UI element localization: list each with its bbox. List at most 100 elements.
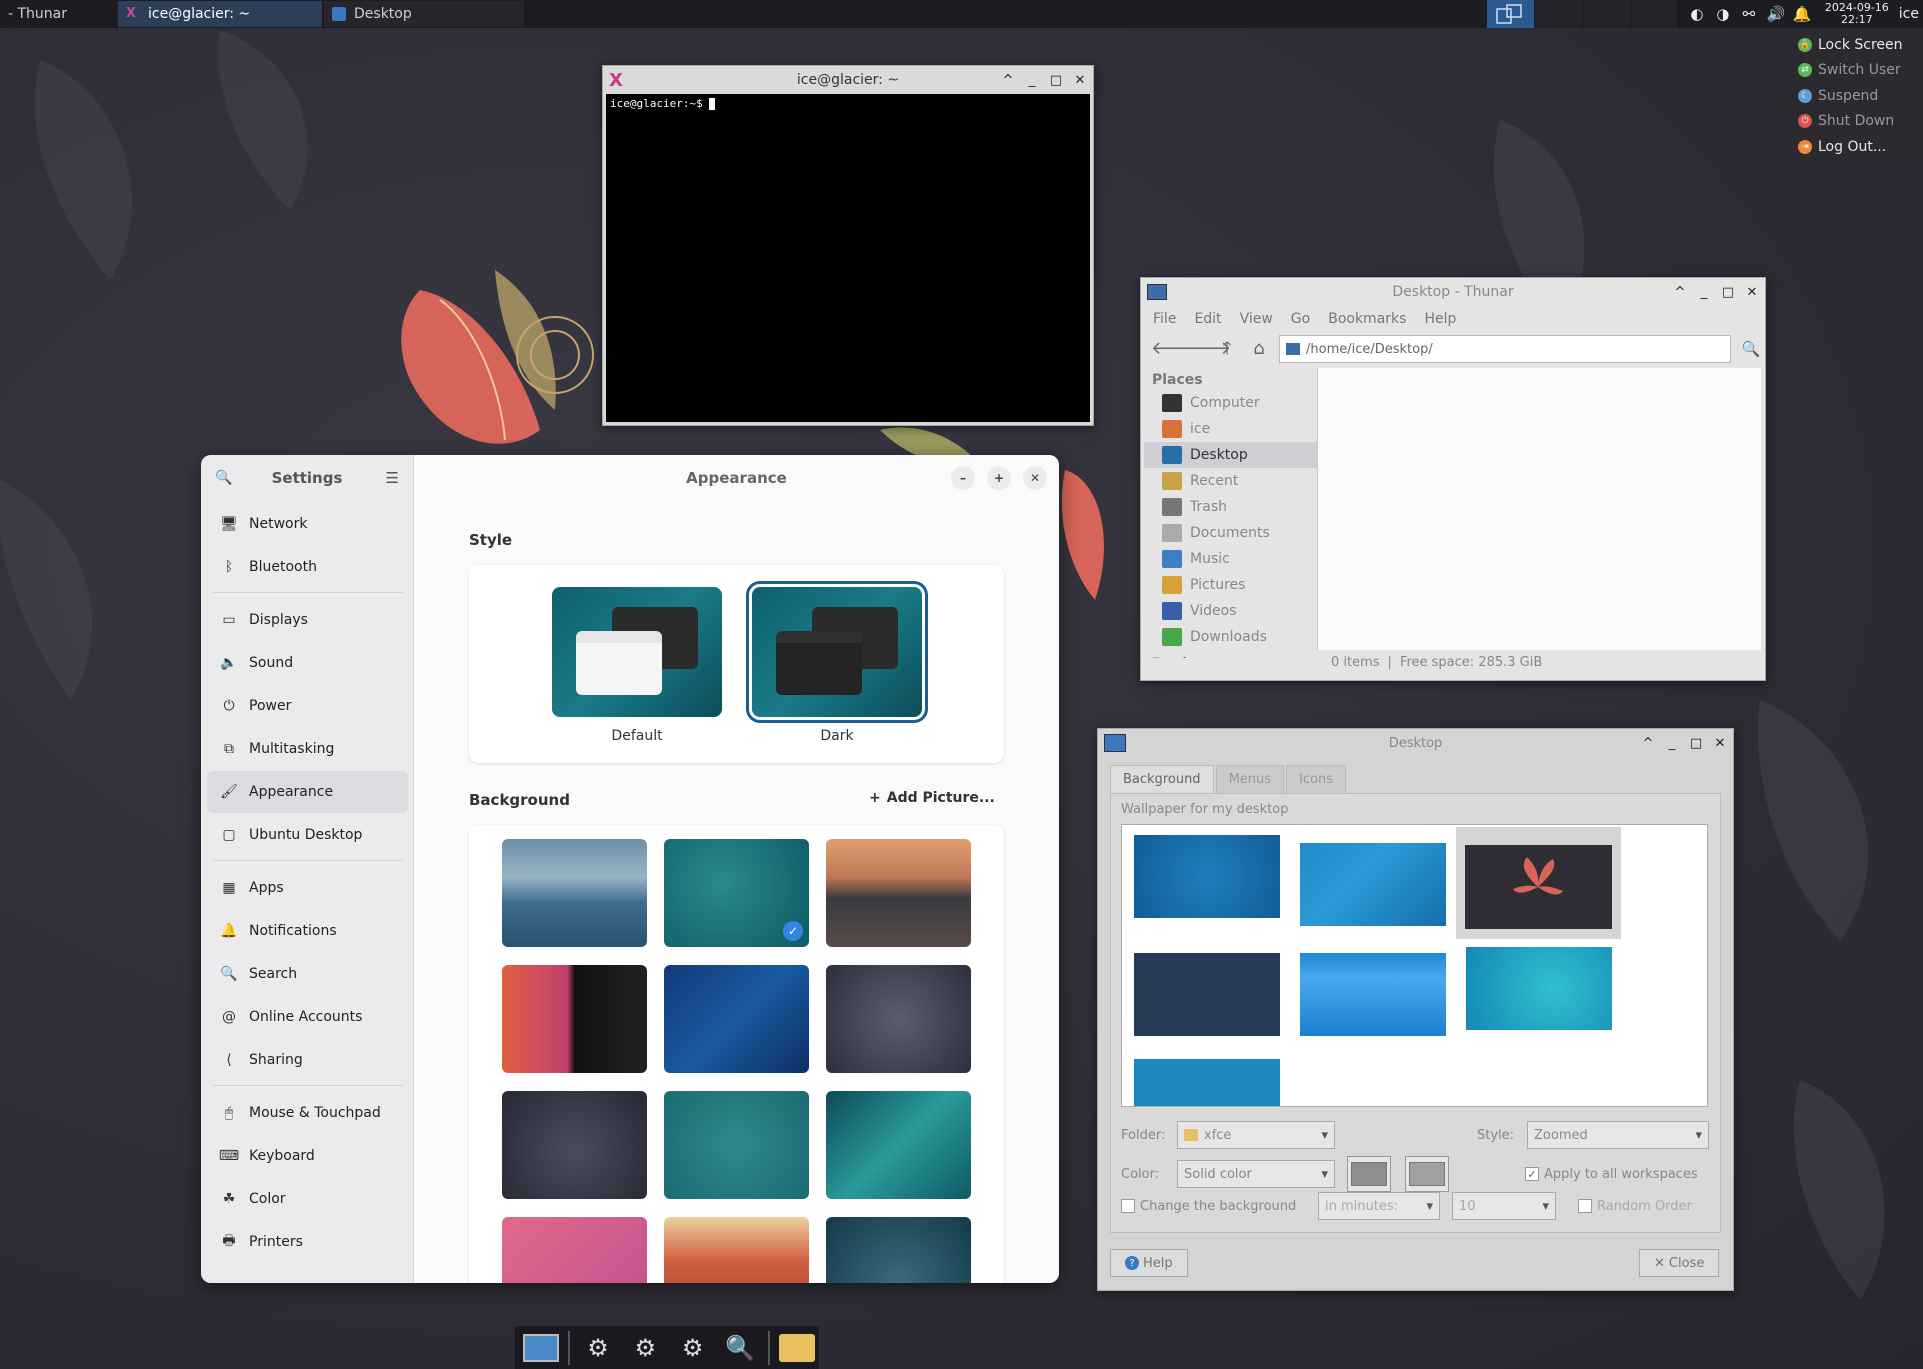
maximize-button[interactable]: □ <box>1689 736 1703 751</box>
wallpaper-thumbnail[interactable] <box>1134 953 1280 1036</box>
clock[interactable]: 2024-09-16 22:17 <box>1819 2 1895 26</box>
show-desktop-icon[interactable] <box>519 1328 562 1368</box>
forward-arrow-icon[interactable]: 🡒 <box>1183 337 1231 361</box>
minimize-button[interactable]: _ <box>1025 73 1039 88</box>
color-swatch-secondary[interactable] <box>1405 1156 1449 1192</box>
sidebar-item-search[interactable]: 🔍 Search <box>207 953 408 995</box>
taskbar-item-desktop[interactable]: Desktop <box>324 1 524 27</box>
folder-select[interactable]: xfce <box>1177 1121 1335 1149</box>
help-button[interactable]: ? Help <box>1110 1249 1188 1277</box>
wallpaper-thumbnail[interactable] <box>1134 1059 1280 1106</box>
menu-bookmarks[interactable]: Bookmarks <box>1328 311 1406 327</box>
action-suspend[interactable]: ☾ Suspend <box>1790 83 1923 109</box>
place-documents[interactable]: Documents <box>1144 520 1317 546</box>
close-dialog-button[interactable]: ✕ Close <box>1639 1249 1720 1277</box>
desktop-settings-titlebar[interactable]: Desktop ^ _ □ ✕ <box>1098 729 1733 757</box>
accessibility-icon[interactable]: ◐ <box>1689 6 1705 22</box>
sidebar-item-network[interactable]: 🖥 Network <box>207 503 408 545</box>
network-icon[interactable]: ⚯ <box>1741 6 1757 22</box>
terminal-titlebar[interactable]: X ice@glacier: ~ ^ _ □ ✕ <box>603 66 1093 94</box>
style-option-default[interactable] <box>552 587 722 717</box>
minimize-button[interactable]: _ <box>1697 285 1711 300</box>
color-swatch-primary[interactable] <box>1347 1156 1391 1192</box>
action-shut-down[interactable]: ⏻ Shut Down <box>1790 109 1923 135</box>
maximize-button[interactable]: + <box>987 466 1011 490</box>
interval-unit-select[interactable]: in minutes: <box>1318 1192 1440 1220</box>
wallpaper-thumbnail[interactable] <box>1466 947 1612 1030</box>
taskbar-item-thunar[interactable]: - Thunar <box>0 1 110 27</box>
hamburger-menu-icon[interactable]: ☰ <box>386 469 399 487</box>
taskbar-item-terminal[interactable]: X ice@glacier: ~ <box>118 1 322 27</box>
user-menu-button[interactable]: ice <box>1895 6 1923 22</box>
notification-bell-icon[interactable]: 🔔 <box>1793 6 1812 22</box>
sidebar-item-color[interactable]: ☘ Color <box>207 1178 408 1220</box>
wallpaper-thumbnail[interactable] <box>1134 835 1280 918</box>
background-thumbnail[interactable] <box>664 1091 809 1199</box>
shade-button[interactable]: ^ <box>1673 285 1687 300</box>
menu-help[interactable]: Help <box>1424 311 1456 327</box>
place-pictures[interactable]: Pictures <box>1144 572 1317 598</box>
place-downloads[interactable]: Downloads <box>1144 624 1317 650</box>
workspace-3[interactable] <box>1582 0 1631 28</box>
background-thumbnail[interactable] <box>664 965 809 1073</box>
close-button[interactable]: ✕ <box>1023 466 1047 490</box>
workspace-switcher[interactable] <box>1486 0 1679 28</box>
background-thumbnail[interactable] <box>826 965 971 1073</box>
shade-button[interactable]: ^ <box>1001 73 1015 88</box>
settings-gear-icon[interactable]: ⚙ <box>671 1328 714 1368</box>
action-lock-screen[interactable]: 🔒 Lock Screen <box>1790 32 1923 58</box>
place-music[interactable]: Music <box>1144 546 1317 572</box>
add-picture-button[interactable]: + Add Picture... <box>869 790 995 806</box>
volume-icon[interactable]: 🔊 <box>1767 6 1786 22</box>
sidebar-item-keyboard[interactable]: ⌨ Keyboard <box>207 1135 408 1177</box>
background-thumbnail[interactable] <box>826 1217 971 1283</box>
close-button[interactable]: ✕ <box>1713 736 1727 751</box>
background-thumbnail[interactable] <box>502 965 647 1073</box>
place-ice[interactable]: ice <box>1144 416 1317 442</box>
up-arrow-icon[interactable]: 🡑 <box>1215 337 1239 361</box>
style-option-dark[interactable] <box>746 581 928 723</box>
background-thumbnail[interactable] <box>502 1091 647 1199</box>
sidebar-item-sound[interactable]: 🔈 Sound <box>207 642 408 684</box>
settings-gear-icon[interactable]: ⚙ <box>624 1328 667 1368</box>
workspace-4[interactable] <box>1630 0 1679 28</box>
tab-icons[interactable]: Icons <box>1286 765 1346 793</box>
debian-swirl-icon[interactable]: ◑ <box>1715 6 1731 22</box>
search-icon[interactable]: 🔍 <box>1739 337 1763 361</box>
place-recent[interactable]: Recent <box>1144 468 1317 494</box>
menu-view[interactable]: View <box>1240 311 1273 327</box>
change-background-checkbox[interactable] <box>1121 1199 1135 1213</box>
action-switch-user[interactable]: ⇄ Switch User <box>1790 58 1923 84</box>
sidebar-item-printers[interactable]: 🖶 Printers <box>207 1221 408 1263</box>
sidebar-item-displays[interactable]: ▭ Displays <box>207 599 408 641</box>
style-select[interactable]: Zoomed <box>1527 1121 1709 1149</box>
home-icon[interactable]: ⌂ <box>1247 337 1271 361</box>
wallpaper-thumbnail[interactable] <box>1300 953 1446 1036</box>
place-videos[interactable]: Videos <box>1144 598 1317 624</box>
maximize-button[interactable]: □ <box>1049 73 1063 88</box>
tab-background[interactable]: Background <box>1110 765 1214 793</box>
background-thumbnail[interactable] <box>502 1217 647 1283</box>
wallpaper-thumbnail-selected[interactable] <box>1456 827 1621 939</box>
sidebar-item-online-accounts[interactable]: @ Online Accounts <box>207 996 408 1038</box>
place-trash[interactable]: Trash <box>1144 494 1317 520</box>
color-mode-select[interactable]: Solid color <box>1177 1160 1335 1188</box>
minimize-button[interactable]: _ <box>1665 736 1679 751</box>
background-thumbnail[interactable] <box>664 1217 809 1283</box>
sidebar-item-power[interactable]: ⏻ Power <box>207 685 408 727</box>
menu-go[interactable]: Go <box>1291 311 1310 327</box>
close-button[interactable]: ✕ <box>1073 73 1087 88</box>
sidebar-item-apps[interactable]: ▦ Apps <box>207 867 408 909</box>
terminal-output[interactable]: ice@glacier:~$ <box>606 94 1090 422</box>
background-thumbnail[interactable] <box>826 839 971 947</box>
sidebar-item-notifications[interactable]: 🔔 Notifications <box>207 910 408 952</box>
thunar-titlebar[interactable]: Desktop - Thunar ^ _ □ ✕ <box>1141 278 1765 306</box>
wallpaper-thumbnail[interactable] <box>1300 843 1446 926</box>
sidebar-item-mouse-touchpad[interactable]: 🖱 Mouse & Touchpad <box>207 1092 408 1134</box>
sidebar-item-ubuntu-desktop[interactable]: ▢ Ubuntu Desktop <box>207 814 408 856</box>
background-thumbnail-selected[interactable]: ✓ <box>664 839 809 947</box>
minimize-button[interactable]: – <box>951 466 975 490</box>
action-log-out[interactable]: ⇥ Log Out... <box>1790 134 1923 160</box>
search-icon[interactable]: 🔍 <box>215 470 232 486</box>
maximize-button[interactable]: □ <box>1721 285 1735 300</box>
